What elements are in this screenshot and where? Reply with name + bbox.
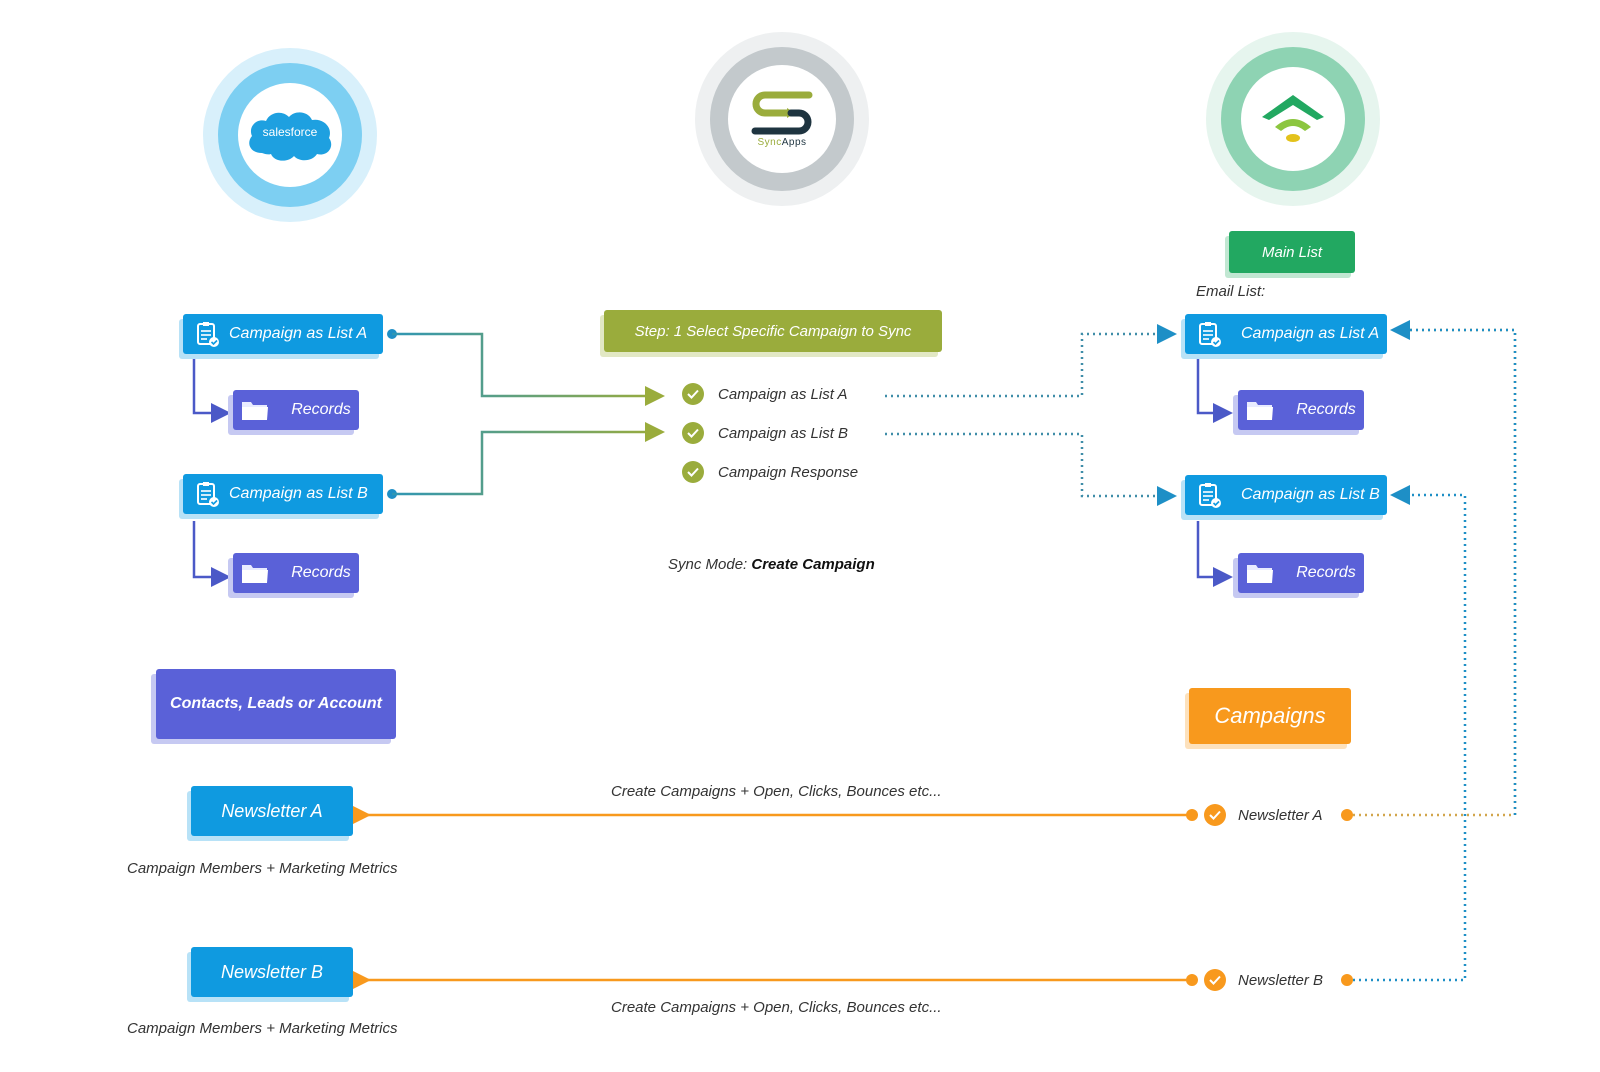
- left-list-a-label: Campaign as List A: [229, 325, 368, 342]
- option-campaign-response[interactable]: Campaign Response: [718, 464, 858, 481]
- left-newsletter-b-label: Newsletter B: [220, 961, 324, 982]
- check-icon[interactable]: [682, 461, 704, 483]
- flow-top-caption: Create Campaigns + Open, Clicks, Bounces…: [611, 783, 942, 800]
- email-platform-logo: [1206, 32, 1380, 206]
- folder-icon: [242, 565, 269, 583]
- folder-icon: [1247, 402, 1274, 420]
- syncapps-logo: SyncApps: [695, 32, 869, 206]
- check-icon[interactable]: [682, 422, 704, 444]
- left-to-middle-connectors: [387, 329, 665, 499]
- signal-house-icon: [1262, 95, 1324, 142]
- left-campaign-list-a[interactable]: Campaign as List A: [183, 314, 383, 354]
- right-records-b[interactable]: Records: [1238, 553, 1364, 593]
- main-list-box[interactable]: Main List: [1229, 231, 1355, 273]
- folder-icon: [1247, 565, 1274, 583]
- flow-bottom-caption: Create Campaigns + Open, Clicks, Bounces…: [611, 999, 942, 1016]
- clipboard-check-icon: [197, 322, 219, 347]
- left-records-a-label: Records: [291, 401, 351, 418]
- right-records-a-label: Records: [1296, 401, 1356, 418]
- left-list-b-label: Campaign as List B: [229, 485, 368, 502]
- clipboard-check-icon: [197, 482, 219, 507]
- right-campaign-list-a[interactable]: Campaign as List A: [1185, 314, 1387, 354]
- left-campaign-list-b[interactable]: Campaign as List B: [183, 474, 383, 514]
- right-records-b-label: Records: [1296, 564, 1356, 581]
- syncapps-s-icon: [751, 91, 813, 134]
- right-newsletter-a[interactable]: Newsletter A: [1238, 807, 1322, 824]
- check-icon[interactable]: [682, 383, 704, 405]
- main-list-label: Main List: [1261, 243, 1323, 261]
- email-list-label: Email List:: [1196, 283, 1266, 300]
- campaigns-label: Campaigns: [1214, 703, 1326, 728]
- contacts-leads-account-box[interactable]: Contacts, Leads or Account: [156, 669, 396, 739]
- right-newsletter-b[interactable]: Newsletter B: [1238, 972, 1323, 989]
- campaigns-box[interactable]: Campaigns: [1189, 688, 1351, 744]
- step-1-label: Step: 1 Select Specific Campaign to Sync: [634, 322, 912, 340]
- salesforce-logo-text: salesforce: [262, 125, 318, 139]
- option-campaign-list-a[interactable]: Campaign as List A: [718, 386, 848, 403]
- clipboard-check-icon: [1199, 322, 1221, 347]
- salesforce-logo: salesforce: [203, 48, 377, 222]
- orange-check-icon[interactable]: [1204, 804, 1226, 826]
- folder-icon: [242, 402, 269, 420]
- left-records-b[interactable]: Records: [233, 553, 359, 593]
- left-newsletter-a[interactable]: Newsletter A: [191, 786, 353, 836]
- sync-mode: Sync Mode: Create Campaign: [668, 556, 875, 573]
- clipboard-check-icon: [1199, 483, 1221, 508]
- left-records-b-label: Records: [291, 564, 351, 581]
- contacts-leads-account-label: Contacts, Leads or Account: [170, 695, 382, 712]
- salesforce-cloud-icon: salesforce: [244, 107, 336, 163]
- right-campaign-list-b[interactable]: Campaign as List B: [1185, 475, 1387, 515]
- newsletter-b-caption: Campaign Members + Marketing Metrics: [127, 1020, 398, 1037]
- sync-mode-label: Sync Mode:: [668, 556, 748, 573]
- step-1-banner: Step: 1 Select Specific Campaign to Sync: [604, 310, 942, 352]
- left-newsletter-b[interactable]: Newsletter B: [191, 947, 353, 997]
- left-newsletter-a-label: Newsletter A: [221, 800, 323, 821]
- right-list-b-label: Campaign as List B: [1241, 486, 1380, 503]
- option-campaign-list-b[interactable]: Campaign as List B: [718, 425, 848, 442]
- sync-mode-value: Create Campaign: [751, 556, 875, 573]
- left-records-a[interactable]: Records: [233, 390, 359, 430]
- syncapps-logo-text: SyncApps: [757, 136, 807, 148]
- newsletter-a-caption: Campaign Members + Marketing Metrics: [127, 860, 398, 877]
- right-list-a-label: Campaign as List A: [1241, 325, 1380, 342]
- right-records-a[interactable]: Records: [1238, 390, 1364, 430]
- orange-check-icon[interactable]: [1204, 969, 1226, 991]
